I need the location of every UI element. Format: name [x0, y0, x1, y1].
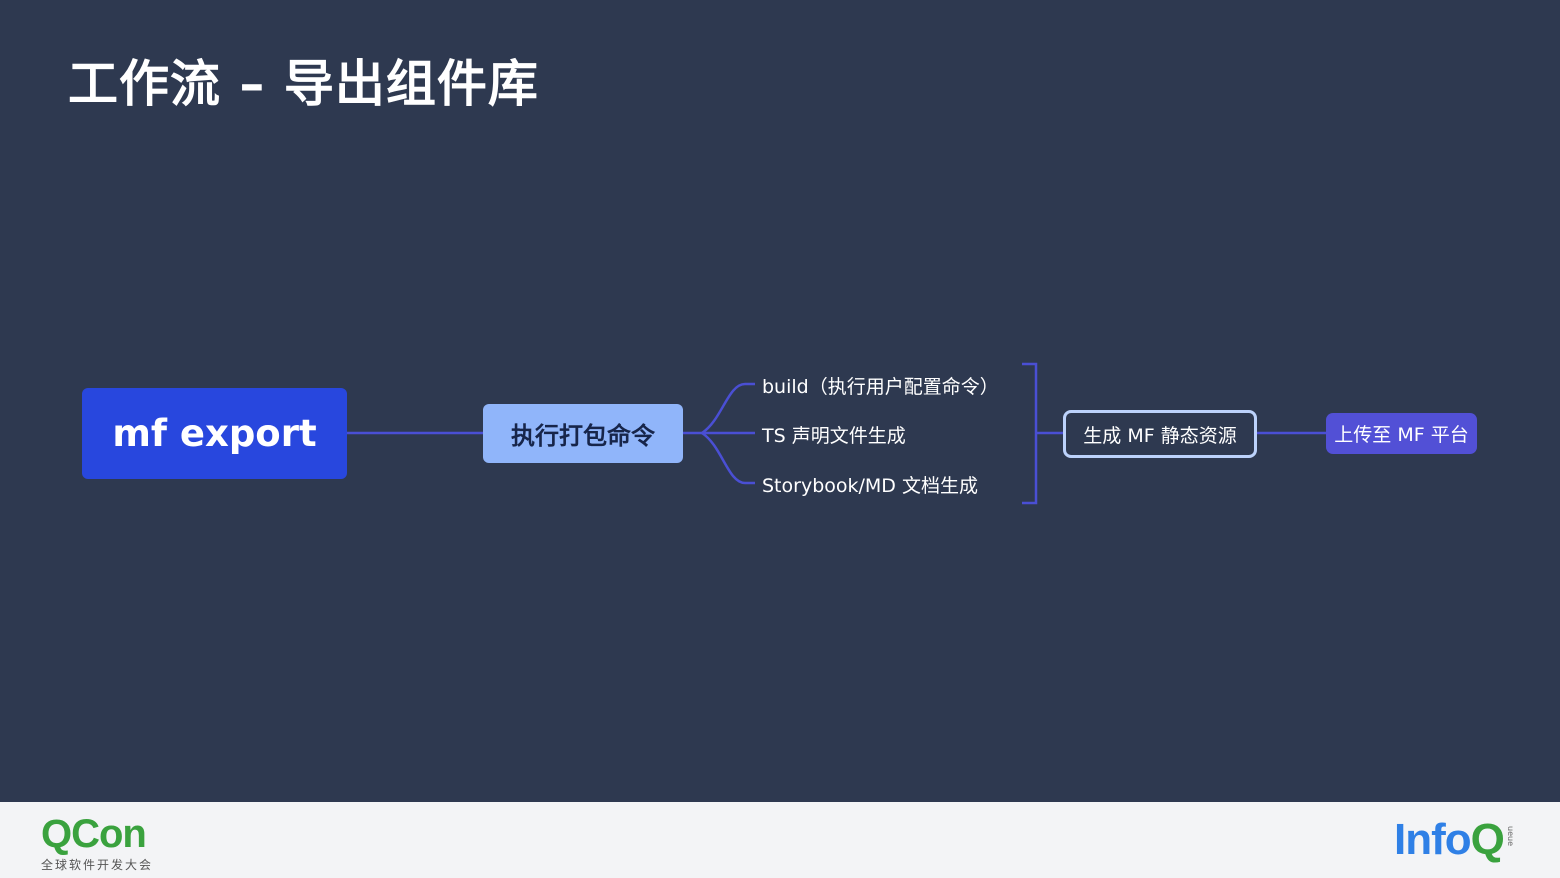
branch-storybook-docs: Storybook/MD 文档生成 [762, 475, 978, 497]
connector-branch-1 [701, 382, 755, 435]
infoq-logo-text: Info [1394, 815, 1472, 864]
infoq-logo-side: ueue [1505, 826, 1515, 846]
node-mf-export: mf export [82, 388, 347, 479]
branch-build: build（执行用户配置命令） [762, 376, 999, 398]
infoq-logo-word: InfoQ [1394, 815, 1505, 864]
branch-ts-declarations: TS 声明文件生成 [762, 425, 906, 447]
node-mf-static-assets: 生成 MF 静态资源 [1063, 410, 1257, 458]
node-upload-platform: 上传至 MF 平台 [1326, 413, 1477, 454]
infoq-logo: InfoQ ueue [1394, 816, 1515, 868]
qcon-logo-subtitle: 全球软件开发大会 [41, 858, 154, 872]
summary-bracket [1022, 362, 1038, 505]
qcon-logo-word: QCon [41, 812, 147, 856]
footer-bar: QCon 全球软件开发大会 InfoQ ueue [0, 802, 1560, 878]
connector-branch-3 [701, 431, 755, 485]
qcon-logo: QCon 全球软件开发大会 [41, 812, 161, 872]
infoq-logo-q: Q [1470, 815, 1505, 864]
node-build-command: 执行打包命令 [483, 404, 683, 463]
